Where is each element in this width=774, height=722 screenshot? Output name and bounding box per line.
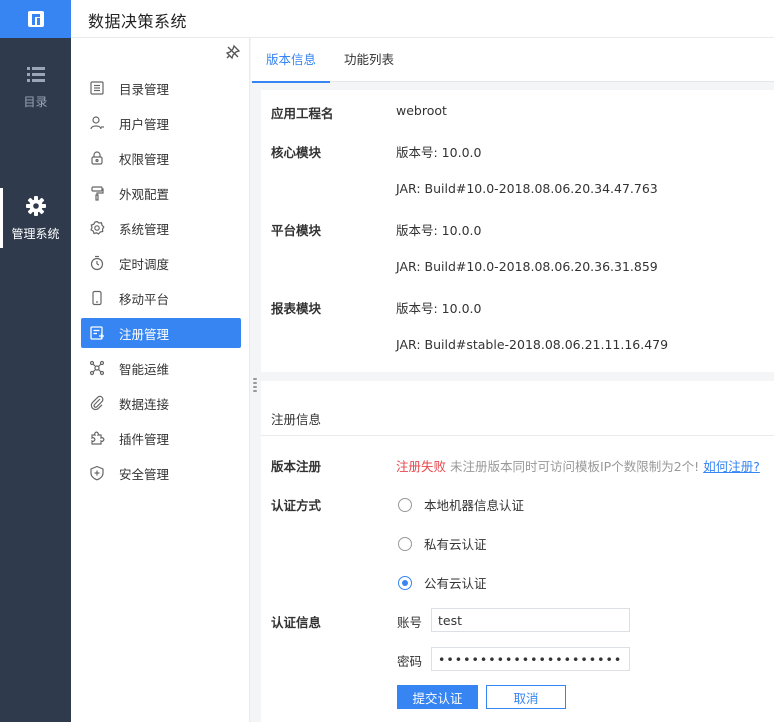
menu-item-appearance[interactable]: 外观配置 [81, 178, 241, 208]
account-input[interactable] [431, 608, 630, 632]
password-label: 密码 [397, 654, 423, 669]
timer-icon [90, 255, 104, 271]
left-rail: 目录 管理系统 [0, 38, 71, 722]
pin-icon[interactable] [225, 44, 241, 60]
menu-item-plugins[interactable]: 插件管理 [81, 423, 241, 453]
menu-item-scheduling[interactable]: 定时调度 [81, 248, 241, 278]
menu-item-system[interactable]: 系统管理 [81, 213, 241, 243]
auth-info-label: 认证信息 [271, 615, 322, 630]
app-name-label: 应用工程名 [271, 106, 334, 121]
report-module-label: 报表模块 [271, 301, 322, 316]
radio-label: 私有云认证 [424, 537, 487, 552]
app-name-value: webroot [396, 103, 447, 118]
menu-item-label: 数据连接 [119, 396, 170, 412]
gear-icon [25, 195, 46, 216]
registration-hint: 未注册版本同时可访问模板IP个数限制为2个! [450, 459, 700, 474]
password-input[interactable] [431, 647, 630, 671]
how-to-register-link[interactable]: 如何注册? [703, 459, 760, 474]
menu-item-data-connection[interactable]: 数据连接 [81, 388, 241, 418]
section-title: 注册信息 [271, 412, 322, 427]
platform-module-label: 平台模块 [271, 223, 322, 238]
app-logo[interactable] [0, 0, 71, 38]
section-divider [261, 435, 774, 436]
menu-item-label: 插件管理 [119, 431, 170, 447]
registration-status-line: 注册失败 未注册版本同时可访问模板IP个数限制为2个! 如何注册? [396, 456, 760, 475]
paperclip-icon [90, 395, 104, 411]
menu-item-security[interactable]: 安全管理 [81, 458, 241, 488]
core-jar-value: JAR: Build#10.0-2018.08.06.20.34.47.763 [396, 181, 658, 196]
menu-item-label: 系统管理 [119, 221, 170, 237]
core-module-label: 核心模块 [271, 145, 322, 160]
menu-item-label: 外观配置 [119, 186, 170, 202]
menu-item-label: 注册管理 [119, 326, 170, 342]
menu-item-label: 定时调度 [119, 256, 170, 272]
version-registration-label: 版本注册 [271, 459, 322, 474]
menu-item-users[interactable]: 用户管理 [81, 108, 241, 138]
menu-item-label: 权限管理 [119, 151, 170, 167]
auth-option-local[interactable]: 本地机器信息认证 [398, 495, 524, 514]
tab-bar: 版本信息 功能列表 [251, 38, 774, 83]
secondary-menu: 目录管理 用户管理 权限管理 外观配置 系统管理 定时调度 移动平台 注册管理 … [71, 38, 250, 722]
menu-item-label: 智能运维 [119, 361, 170, 377]
version-info-panel: 应用工程名 webroot 核心模块 版本号: 10.0.0 JAR: Buil… [261, 90, 774, 372]
rail-item-label: 管理系统 [11, 226, 60, 241]
lock-icon [91, 151, 103, 165]
cancel-button[interactable]: 取消 [486, 685, 566, 709]
menu-item-catalog[interactable]: 目录管理 [81, 73, 241, 103]
network-icon [89, 360, 105, 376]
logo-icon [27, 11, 44, 27]
platform-version-value: 版本号: 10.0.0 [396, 223, 482, 238]
rail-item-label: 目录 [23, 94, 48, 109]
account-label: 账号 [397, 615, 423, 630]
radio-button-checked[interactable] [398, 575, 412, 590]
catalog-icon [90, 81, 104, 95]
menu-item-registration[interactable]: 注册管理 [81, 318, 241, 348]
rail-item-management[interactable]: 管理系统 [0, 178, 71, 258]
menu-item-label: 安全管理 [119, 466, 170, 482]
menu-item-permissions[interactable]: 权限管理 [81, 143, 241, 173]
tab-feature-list[interactable]: 功能列表 [344, 38, 394, 82]
menu-item-label: 用户管理 [119, 116, 170, 132]
register-icon [90, 326, 104, 340]
report-jar-value: JAR: Build#stable-2018.08.06.21.11.16.47… [396, 337, 669, 352]
platform-jar-value: JAR: Build#10.0-2018.08.06.20.36.31.859 [396, 259, 658, 274]
submit-auth-button[interactable]: 提交认证 [397, 685, 478, 709]
rail-item-catalog[interactable]: 目录 [0, 46, 71, 126]
top-header: 数据决策系统 [0, 0, 774, 38]
list-icon [26, 66, 45, 82]
settings-icon [90, 220, 105, 235]
puzzle-icon [91, 431, 105, 445]
auth-option-public-cloud[interactable]: 公有云认证 [398, 573, 487, 592]
menu-item-label: 目录管理 [119, 81, 170, 97]
menu-item-mobile[interactable]: 移动平台 [81, 283, 241, 313]
registration-panel: 注册信息 版本注册 注册失败 未注册版本同时可访问模板IP个数限制为2个! 如何… [261, 381, 774, 722]
shield-icon [90, 465, 104, 481]
registration-status: 注册失败 [396, 459, 447, 474]
menu-item-ops[interactable]: 智能运维 [81, 353, 241, 383]
report-version-value: 版本号: 10.0.0 [396, 301, 482, 316]
paint-roller-icon [91, 186, 104, 201]
tab-version-info[interactable]: 版本信息 [251, 38, 331, 83]
core-version-value: 版本号: 10.0.0 [396, 145, 482, 160]
auth-method-label: 认证方式 [271, 498, 322, 513]
mobile-icon [92, 290, 102, 306]
radio-label: 公有云认证 [424, 576, 487, 591]
radio-label: 本地机器信息认证 [424, 498, 525, 513]
panel-splitter-handle[interactable] [253, 378, 257, 392]
menu-item-label: 移动平台 [119, 291, 170, 307]
auth-option-private-cloud[interactable]: 私有云认证 [398, 534, 487, 553]
app-title: 数据决策系统 [88, 12, 188, 31]
user-icon [90, 116, 104, 130]
radio-button[interactable] [398, 536, 412, 551]
radio-button[interactable] [398, 497, 412, 512]
